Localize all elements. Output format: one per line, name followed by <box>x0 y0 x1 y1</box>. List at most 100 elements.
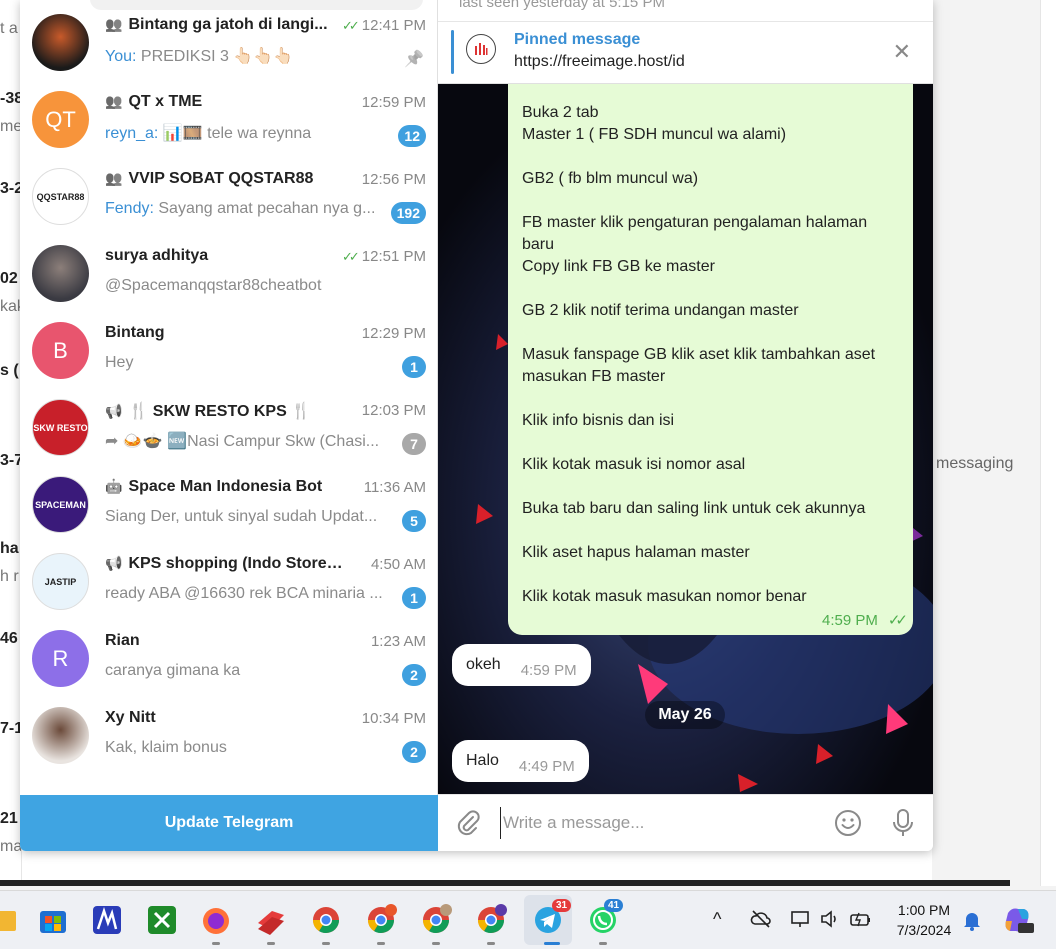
chat-avatar: SPACEMAN <box>32 476 89 533</box>
background-text-fragment: ha <box>0 540 19 557</box>
background-text-fragment: h r <box>0 568 19 585</box>
preview-text: Siang Der, untuk sinyal sudah Updat... <box>105 508 378 525</box>
copilot-icon[interactable] <box>1002 905 1034 935</box>
chrome-icon[interactable] <box>309 903 343 937</box>
preview-sender: Fendy: <box>105 200 154 217</box>
last-seen-status: last seen yesterday at 5:15 PM <box>459 0 665 11</box>
chat-title-text: Bintang <box>105 324 165 341</box>
app-icon[interactable] <box>254 903 288 937</box>
chat-list-item[interactable]: QQSTAR88 👥 VVIP SOBAT QQSTAR88 12:56 PM Fend… <box>20 159 438 236</box>
preview-sender: reyn_a: <box>105 125 159 142</box>
incoming-text: Halo <box>466 752 499 769</box>
chat-list: 👥 Bintang ga jatoh di langi... ✓✓ 12:41 PM Y… <box>20 0 438 851</box>
chat-title-text: Xy Nitt <box>105 709 156 726</box>
chat-title-text: QT x TME <box>128 93 203 110</box>
message-line: Copy link FB GB ke master <box>522 258 715 275</box>
incoming-message[interactable]: Halo 4:49 PM <box>452 740 589 782</box>
chat-avatar: QQSTAR88 <box>32 168 89 225</box>
chat-avatar <box>32 14 89 71</box>
chrome-icon[interactable] <box>364 903 398 937</box>
store-icon[interactable] <box>36 903 70 937</box>
clock-date[interactable]: 7/3/2024 <box>888 922 960 938</box>
chat-preview: caranya gimana ka <box>105 662 385 680</box>
chrome-icon[interactable] <box>419 903 453 937</box>
background-text-fragment: s ( <box>0 362 19 379</box>
pinned-label: Pinned message <box>514 31 641 48</box>
preview-text: caranya gimana ka <box>105 662 241 679</box>
preview-text: ➦ 🍛🍲 🆕Nasi Campur Skw (Chasi... <box>105 433 380 450</box>
pinned-message-bar[interactable]: Pinned message https://freeimage.host/id… <box>438 22 933 84</box>
chat-list-item[interactable]: SPACEMAN 🤖 Space Man Indonesia Bot 11:36 AM… <box>20 467 438 544</box>
update-telegram-button[interactable]: Update Telegram <box>20 795 438 851</box>
message-line: Klik kotak masuk isi nomor asal <box>522 456 746 473</box>
double-check-icon: ✓✓ <box>887 612 908 629</box>
avatar-logo-text: QQSTAR88 <box>36 191 85 202</box>
chat-preview: Siang Der, untuk sinyal sudah Updat... <box>105 508 385 526</box>
paperclip-icon[interactable] <box>454 809 482 839</box>
background-text-fragment: 02 <box>0 270 18 287</box>
background-left-strip: t a -38 me 3-2 02 kak s (3-7 ha h r 46 7-18 21 ma ko… <box>0 0 22 886</box>
emoji-icon[interactable] <box>833 808 863 838</box>
message-line <box>522 388 899 410</box>
message-input[interactable] <box>500 807 820 839</box>
message-line: Buka tab baru dan saling link untuk cek … <box>522 500 866 517</box>
preview-text: @Spacemanqqstar88cheatbot <box>105 277 322 294</box>
chat-list-item[interactable]: surya adhitya ✓✓ 12:51 PM @Spacemanqqstar88… <box>20 236 438 313</box>
cloud-offline-icon[interactable] <box>750 909 772 929</box>
file-explorer-icon[interactable] <box>0 903 20 937</box>
chat-time-text: 10:34 PM <box>361 710 426 727</box>
chat-time-text: 12:29 PM <box>361 325 426 342</box>
running-indicator <box>599 942 607 945</box>
chevron-up-icon[interactable]: ^ <box>713 909 721 930</box>
running-indicator <box>432 942 440 945</box>
telegram-badge: 31 <box>552 899 572 912</box>
chat-time-text: 1:23 AM <box>370 633 426 650</box>
group-icon: 👥 <box>105 93 123 109</box>
pin-icon: 📌 <box>404 51 424 68</box>
network-icon[interactable] <box>790 909 812 929</box>
chat-list-item[interactable]: 👥 Bintang ga jatoh di langi... ✓✓ 12:41 PM Y… <box>20 5 438 82</box>
chat-list-item[interactable]: SKW RESTO 📢 🍴 SKW RESTO KPS 🍴 12:03 PM ➦ 🍛🍲 … <box>20 390 438 467</box>
chat-list-item[interactable]: B Bintang 12:29 PM Hey 1 <box>20 313 438 390</box>
chat-avatar: R <box>32 630 89 687</box>
background-text-fragment: 21 <box>0 810 18 827</box>
chat-list-item[interactable]: JASTIP 📢 KPS shopping (Indo Store & J... 4:… <box>20 544 438 621</box>
clock-time[interactable]: 1:00 PM <box>888 902 960 918</box>
background-text-fragment: 3-2 <box>0 180 22 197</box>
chat-list-item[interactable]: R Rian 1:23 AM caranya gimana ka 2 <box>20 621 438 698</box>
close-icon[interactable]: ✕ <box>893 39 911 65</box>
chat-title-text: VVIP SOBAT QQSTAR88 <box>128 170 314 187</box>
chat-preview: reyn_a: 📊🎞️ tele wa reynna <box>105 123 385 143</box>
chat-time: 1:23 AM <box>371 633 426 650</box>
preview-text: PREDIKSI 3 👆🏻👆🏻👆🏻 <box>140 48 294 65</box>
running-indicator <box>212 942 220 945</box>
message-line <box>522 564 899 586</box>
background-right-panel <box>932 0 1056 886</box>
chat-title-text: Bintang ga jatoh di langi... <box>128 16 328 33</box>
chat-avatar: JASTIP <box>32 553 89 610</box>
channel-icon: 📢 <box>105 555 123 571</box>
chat-list-item[interactable]: QT 👥 QT x TME 12:59 PM reyn_a: 📊🎞️ tele wa r… <box>20 82 438 159</box>
code-editor-icon[interactable] <box>90 903 124 937</box>
outgoing-message[interactable]: Buka 2 tab Master 1 ( FB SDH muncul wa al… <box>508 84 913 635</box>
unread-badge: 1 <box>402 356 426 378</box>
microphone-icon[interactable] <box>891 808 915 838</box>
incoming-message[interactable]: okeh 4:59 PM <box>452 644 591 686</box>
chat-time: 4:50 AM <box>371 556 426 573</box>
chat-list-item[interactable]: Xy Nitt 10:34 PM Kak, klaim bonus 2 <box>20 698 438 775</box>
firefox-icon[interactable] <box>199 903 233 937</box>
volume-icon[interactable] <box>819 909 841 929</box>
running-indicator <box>544 942 560 945</box>
chat-time: 12:03 PM <box>362 402 426 419</box>
chat-time: 12:29 PM <box>362 325 426 342</box>
running-indicator <box>322 942 330 945</box>
chrome-icon[interactable] <box>474 903 508 937</box>
xbox-icon[interactable] <box>145 903 179 937</box>
whatsapp-badge: 41 <box>604 899 624 912</box>
bell-icon[interactable] <box>961 908 983 932</box>
outgoing-meta: 4:59 PM ✓✓ <box>822 611 908 629</box>
chat-time: 12:56 PM <box>362 171 426 188</box>
preview-text: ready ABA @16630 rek BCA minaria ... <box>105 585 383 602</box>
pinned-thumbnail-icon <box>466 34 496 64</box>
battery-icon[interactable] <box>849 909 873 929</box>
